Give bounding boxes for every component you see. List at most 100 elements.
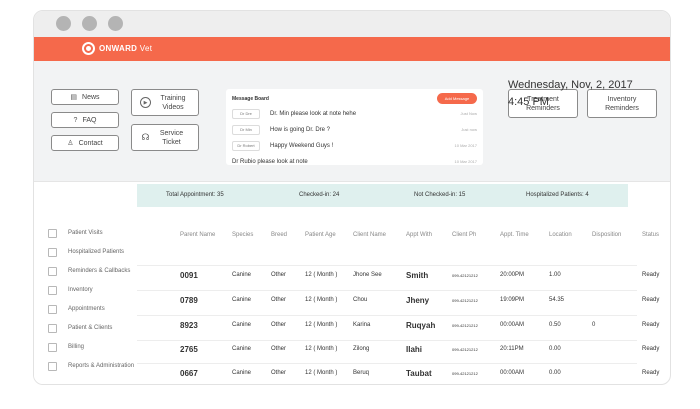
- current-date: Wednesday, Nov, 2, 2017: [508, 79, 633, 91]
- species-cell: Canine: [232, 346, 252, 352]
- column-header[interactable]: Status: [642, 232, 659, 238]
- sidebar-item-hospitalized-patients[interactable]: Hospitalized Patients: [48, 245, 124, 259]
- breed-cell: Other: [271, 272, 287, 278]
- client-name-cell: Zilong: [353, 346, 370, 352]
- table-row[interactable]: 8923 Canine Other 12 ( Month ) Karina Ru…: [147, 321, 659, 344]
- clipboard-icon: [48, 228, 57, 238]
- service-ticket-button[interactable]: ☊ Service Ticket: [131, 124, 199, 151]
- species-cell: Canine: [232, 272, 252, 278]
- faq-label: FAQ: [82, 116, 97, 124]
- table-row[interactable]: 0789 Canine Other 12 ( Month ) Chou Jhen…: [147, 296, 659, 319]
- contact-label: Contact: [78, 139, 103, 147]
- sidebar-item-label: Inventory: [68, 287, 93, 293]
- contact-button[interactable]: ♙ Contact: [51, 135, 119, 151]
- sidebar-item-label: Patient Visits: [68, 230, 103, 236]
- appt-with-cell: Ruqyah: [406, 321, 436, 330]
- current-time: 4:45 PM: [508, 96, 549, 108]
- breed-cell: Other: [271, 297, 287, 303]
- table-row[interactable]: 0091 Canine Other 12 ( Month ) Jhone See…: [147, 271, 659, 294]
- age-cell: 12 ( Month ): [305, 297, 338, 303]
- sidebar-item-patient-clients[interactable]: Patient & Clients: [48, 321, 112, 335]
- training-videos-button[interactable]: ▶ Training Videos: [131, 89, 199, 116]
- message-author: Dr Robert: [232, 140, 260, 151]
- message-board-title: Message Board: [232, 96, 269, 102]
- sidebar-item-appointments[interactable]: Appointments: [48, 302, 105, 316]
- inventory-reminders-label: Inventory Reminders: [605, 95, 639, 112]
- breed-cell: Other: [271, 346, 287, 352]
- document-icon: [48, 342, 57, 352]
- appt-with-cell: Taubat: [406, 369, 432, 378]
- location-cell: 0.50: [549, 322, 561, 328]
- client-name-cell: Karina: [353, 322, 371, 328]
- sidebar-item-label: Appointments: [68, 306, 105, 312]
- client-name-cell: Jhone See: [353, 272, 382, 278]
- status-cell: Ready: [642, 322, 660, 328]
- breed-cell: Other: [271, 322, 287, 328]
- table-row[interactable]: 2765 Canine Other 12 ( Month ) Zilong Il…: [147, 345, 659, 368]
- news-button[interactable]: ▤ News: [51, 89, 119, 105]
- column-header[interactable]: Disposition: [592, 232, 621, 238]
- patient-id: 2765: [180, 345, 198, 354]
- client-name-cell: Chou: [353, 297, 368, 303]
- sidebar-item-reminders[interactable]: Reminders & Callbacks: [48, 264, 130, 278]
- message-row[interactable]: Dr Rubio please look at note 10 Mar 2017: [232, 155, 477, 165]
- column-header[interactable]: Parent Name: [180, 232, 215, 238]
- logo-icon: [82, 42, 95, 55]
- title-bar: [34, 11, 670, 37]
- appt-with-cell: Ilahi: [406, 345, 423, 354]
- age-cell: 12 ( Month ): [305, 370, 338, 376]
- column-header[interactable]: Client Name: [353, 232, 386, 238]
- appt-with-cell: Jheny: [406, 296, 430, 305]
- add-message-button[interactable]: Add Message: [437, 93, 477, 104]
- disposition-cell: 0: [592, 322, 596, 328]
- location-cell: 1.00: [549, 272, 561, 278]
- appt-time-cell: 00:00AM: [500, 370, 525, 376]
- close-window-button[interactable]: [56, 16, 71, 31]
- brand-name: ONWARD Vet: [99, 44, 153, 53]
- row-divider: [137, 265, 637, 266]
- minimize-window-button[interactable]: [82, 16, 97, 31]
- status-cell: Ready: [642, 370, 660, 376]
- sidebar-item-inventory[interactable]: Inventory: [48, 283, 93, 297]
- box-icon: [48, 285, 57, 295]
- patient-id: 0091: [180, 271, 198, 280]
- column-header[interactable]: Breed: [271, 232, 287, 238]
- sidebar-item-label: Reminders & Callbacks: [68, 268, 131, 274]
- client-phone-cell: 099-42121212: [452, 323, 478, 328]
- species-cell: Canine: [232, 297, 252, 303]
- message-row[interactable]: Dr Robert Happy Weekend Guys ! 10 Mar 20…: [232, 139, 477, 152]
- message-time: Just now: [461, 127, 477, 132]
- message-row[interactable]: Dr Dre Dr. Min please look at note hehe …: [232, 107, 477, 120]
- sidebar-item-label: Patient & Clients: [68, 325, 113, 331]
- not-checked-in-count: Not Checked-in: 15: [414, 192, 466, 198]
- paw-icon: [48, 323, 57, 333]
- client-phone-cell: 099-42121212: [452, 273, 478, 278]
- species-cell: Canine: [232, 322, 252, 328]
- column-header[interactable]: Location: [549, 232, 572, 238]
- location-cell: 54.35: [549, 297, 565, 303]
- checked-in-count: Checked-in: 24: [299, 192, 340, 198]
- column-header[interactable]: Appt. Time: [500, 232, 529, 238]
- column-header[interactable]: Client Ph: [452, 232, 476, 238]
- column-header[interactable]: Appt With: [406, 232, 432, 238]
- column-header[interactable]: Patient Age: [305, 232, 336, 238]
- message-row[interactable]: Dr Min How is going Dr. Dre ? Just now: [232, 123, 477, 136]
- inventory-reminders-button[interactable]: Inventory Reminders: [587, 89, 657, 118]
- sidebar: Patient Visits Hospitalized Patients Rem…: [34, 183, 158, 384]
- message-text: Happy Weekend Guys !: [270, 142, 334, 149]
- column-header[interactable]: Species: [232, 232, 253, 238]
- appt-time-cell: 19:09PM: [500, 297, 525, 303]
- sidebar-item-label: Reports & Administration: [68, 363, 135, 369]
- sidebar-item-reports[interactable]: Reports & Administration: [48, 359, 134, 373]
- faq-button[interactable]: ? FAQ: [51, 112, 119, 128]
- message-text: How is going Dr. Dre ?: [270, 126, 331, 133]
- sidebar-item-patient-visits[interactable]: Patient Visits: [48, 226, 103, 240]
- report-icon: [48, 361, 57, 371]
- table-row[interactable]: 0667 Canine Other 12 ( Month ) Beruq Tau…: [147, 369, 659, 392]
- brand-logo[interactable]: ONWARD Vet: [82, 42, 152, 55]
- sidebar-item-billing[interactable]: Billing: [48, 340, 84, 354]
- play-icon: ▶: [140, 97, 151, 108]
- phone-icon: [48, 266, 57, 276]
- maximize-window-button[interactable]: [108, 16, 123, 31]
- message-author: Dr Min: [232, 124, 260, 135]
